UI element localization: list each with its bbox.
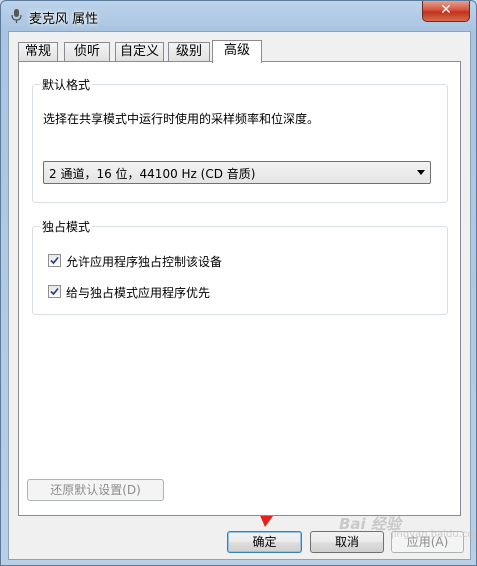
exclusive-mode-group: 独占模式 允许应用程序独占控制该设备 给与独占模式应用程序优先	[32, 218, 448, 315]
cancel-label: 取消	[334, 535, 359, 549]
cancel-button[interactable]: 取消	[310, 531, 384, 553]
allow-exclusive-label: 允许应用程序独占控制该设备	[66, 255, 223, 269]
default-format-title: 默认格式	[40, 76, 93, 93]
restore-defaults-button[interactable]: 还原默认设置(D)	[27, 479, 164, 501]
default-format-description: 选择在共享模式中运行时使用的采样频率和位深度。	[43, 112, 320, 126]
checkmark-icon	[50, 287, 59, 296]
sample-rate-dropdown[interactable]: 2 通道，16 位，44100 Hz (CD 音质)	[43, 161, 431, 184]
default-format-group: 默认格式 选择在共享模式中运行时使用的采样频率和位深度。 2 通道，16 位，4…	[32, 76, 448, 203]
ok-button[interactable]: 确定	[227, 531, 302, 553]
tab-levels[interactable]: 级别	[168, 42, 210, 61]
exclusive-priority-label: 给与独占模式应用程序优先	[66, 286, 211, 300]
tab-label: 侦听	[73, 44, 100, 59]
close-icon: ✕	[440, 2, 452, 18]
dialog-client-area: 常规 侦听 自定义 级别 高级 默认格式 选择在共享模式中运行时使用的采样频率和…	[8, 31, 471, 560]
tab-label: 级别	[175, 44, 202, 59]
tab-label: 自定义	[119, 44, 159, 59]
checkmark-icon	[50, 256, 59, 265]
exclusive-mode-title: 独占模式	[40, 218, 93, 235]
tab-listen[interactable]: 侦听	[64, 42, 110, 61]
checkbox-box[interactable]	[48, 254, 61, 267]
advanced-tab-panel: 默认格式 选择在共享模式中运行时使用的采样频率和位深度。 2 通道，16 位，4…	[18, 61, 461, 516]
microphone-icon	[11, 9, 22, 23]
ok-label: 确定	[252, 535, 277, 549]
sample-rate-value: 2 通道，16 位，44100 Hz (CD 音质)	[49, 167, 256, 181]
checkbox-box[interactable]	[48, 285, 61, 298]
watermark-url: jingyan.baidu.com	[391, 529, 477, 540]
dialog-window: 麦克风 属性 ✕ 常规 侦听 自定义 级别 高级 默认格式 选择在共享模式中运行…	[0, 0, 477, 566]
tab-general[interactable]: 常规	[18, 42, 58, 61]
close-button[interactable]: ✕	[422, 1, 470, 22]
tab-advanced[interactable]: 高级	[212, 40, 262, 63]
tab-custom[interactable]: 自定义	[115, 42, 164, 61]
tab-label: 常规	[24, 44, 51, 59]
tab-label: 高级	[223, 43, 250, 58]
restore-defaults-label: 还原默认设置(D)	[50, 483, 141, 497]
chevron-down-icon	[417, 170, 425, 175]
window-title: 麦克风 属性	[29, 12, 99, 27]
title-bar[interactable]: 麦克风 属性 ✕	[1, 1, 476, 31]
